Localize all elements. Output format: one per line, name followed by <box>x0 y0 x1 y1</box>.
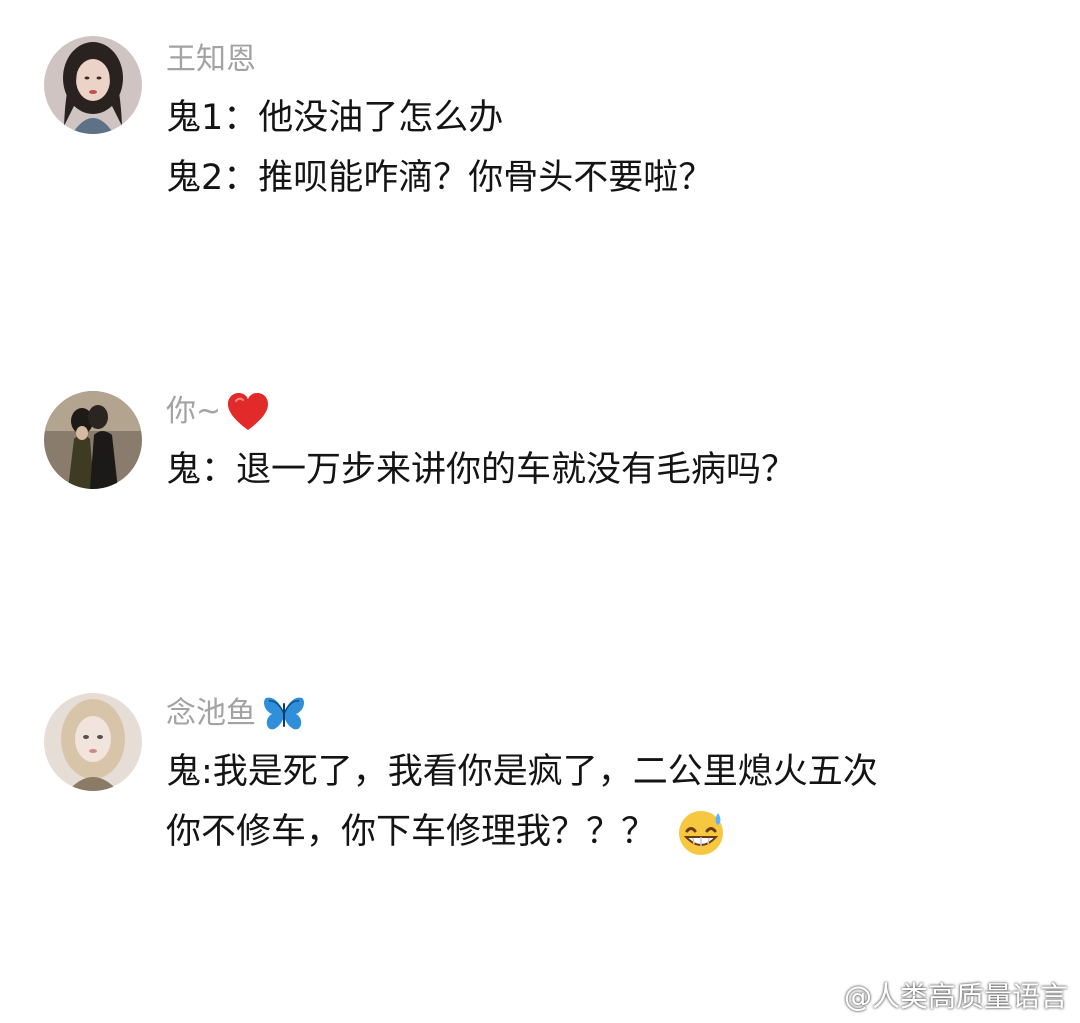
grinning-sweat-emoji-icon <box>674 807 728 857</box>
comment-text: 鬼:我是死了，我看你是疯了，二公里熄火五次 你不修车，你下车修理我？？？ <box>166 742 878 862</box>
comment-line: 鬼：退一万步来讲你的车就没有毛病吗？ <box>166 450 797 490</box>
avatar[interactable] <box>44 693 142 791</box>
comment-line: 你不修车，你下车修理我？？？ <box>166 802 878 862</box>
watermark: @人类高质量语言 <box>802 975 1068 1015</box>
username[interactable]: 王知恩 <box>166 40 256 80</box>
comment-text: 鬼：退一万步来讲你的车就没有毛病吗？ <box>166 440 796 500</box>
avatar[interactable] <box>44 36 142 134</box>
watermark-text: @人类高质量语言 <box>843 980 1068 1013</box>
comment-line: 鬼:我是死了，我看你是疯了，二公里熄火五次 <box>166 752 878 792</box>
red-heart-icon <box>227 392 269 432</box>
weibo-logo-icon <box>802 980 838 1010</box>
comment-text: 鬼1：他没油了怎么办 鬼2：推呗能咋滴？你骨头不要啦？ <box>166 88 713 208</box>
comment-line-text: 你不修车，你下车修理我？？？ <box>166 812 657 852</box>
username[interactable]: 念池鱼 <box>166 694 306 734</box>
username-text: 你~ <box>166 394 222 429</box>
username-text: 念池鱼 <box>166 696 256 731</box>
avatar[interactable] <box>44 391 142 489</box>
comment-line: 鬼1：他没油了怎么办 <box>166 98 504 138</box>
username-text: 王知恩 <box>166 42 256 77</box>
blue-butterfly-icon <box>262 695 306 733</box>
username[interactable]: 你~ <box>166 392 269 432</box>
comment-line: 鬼2：推呗能咋滴？你骨头不要啦？ <box>166 158 714 198</box>
